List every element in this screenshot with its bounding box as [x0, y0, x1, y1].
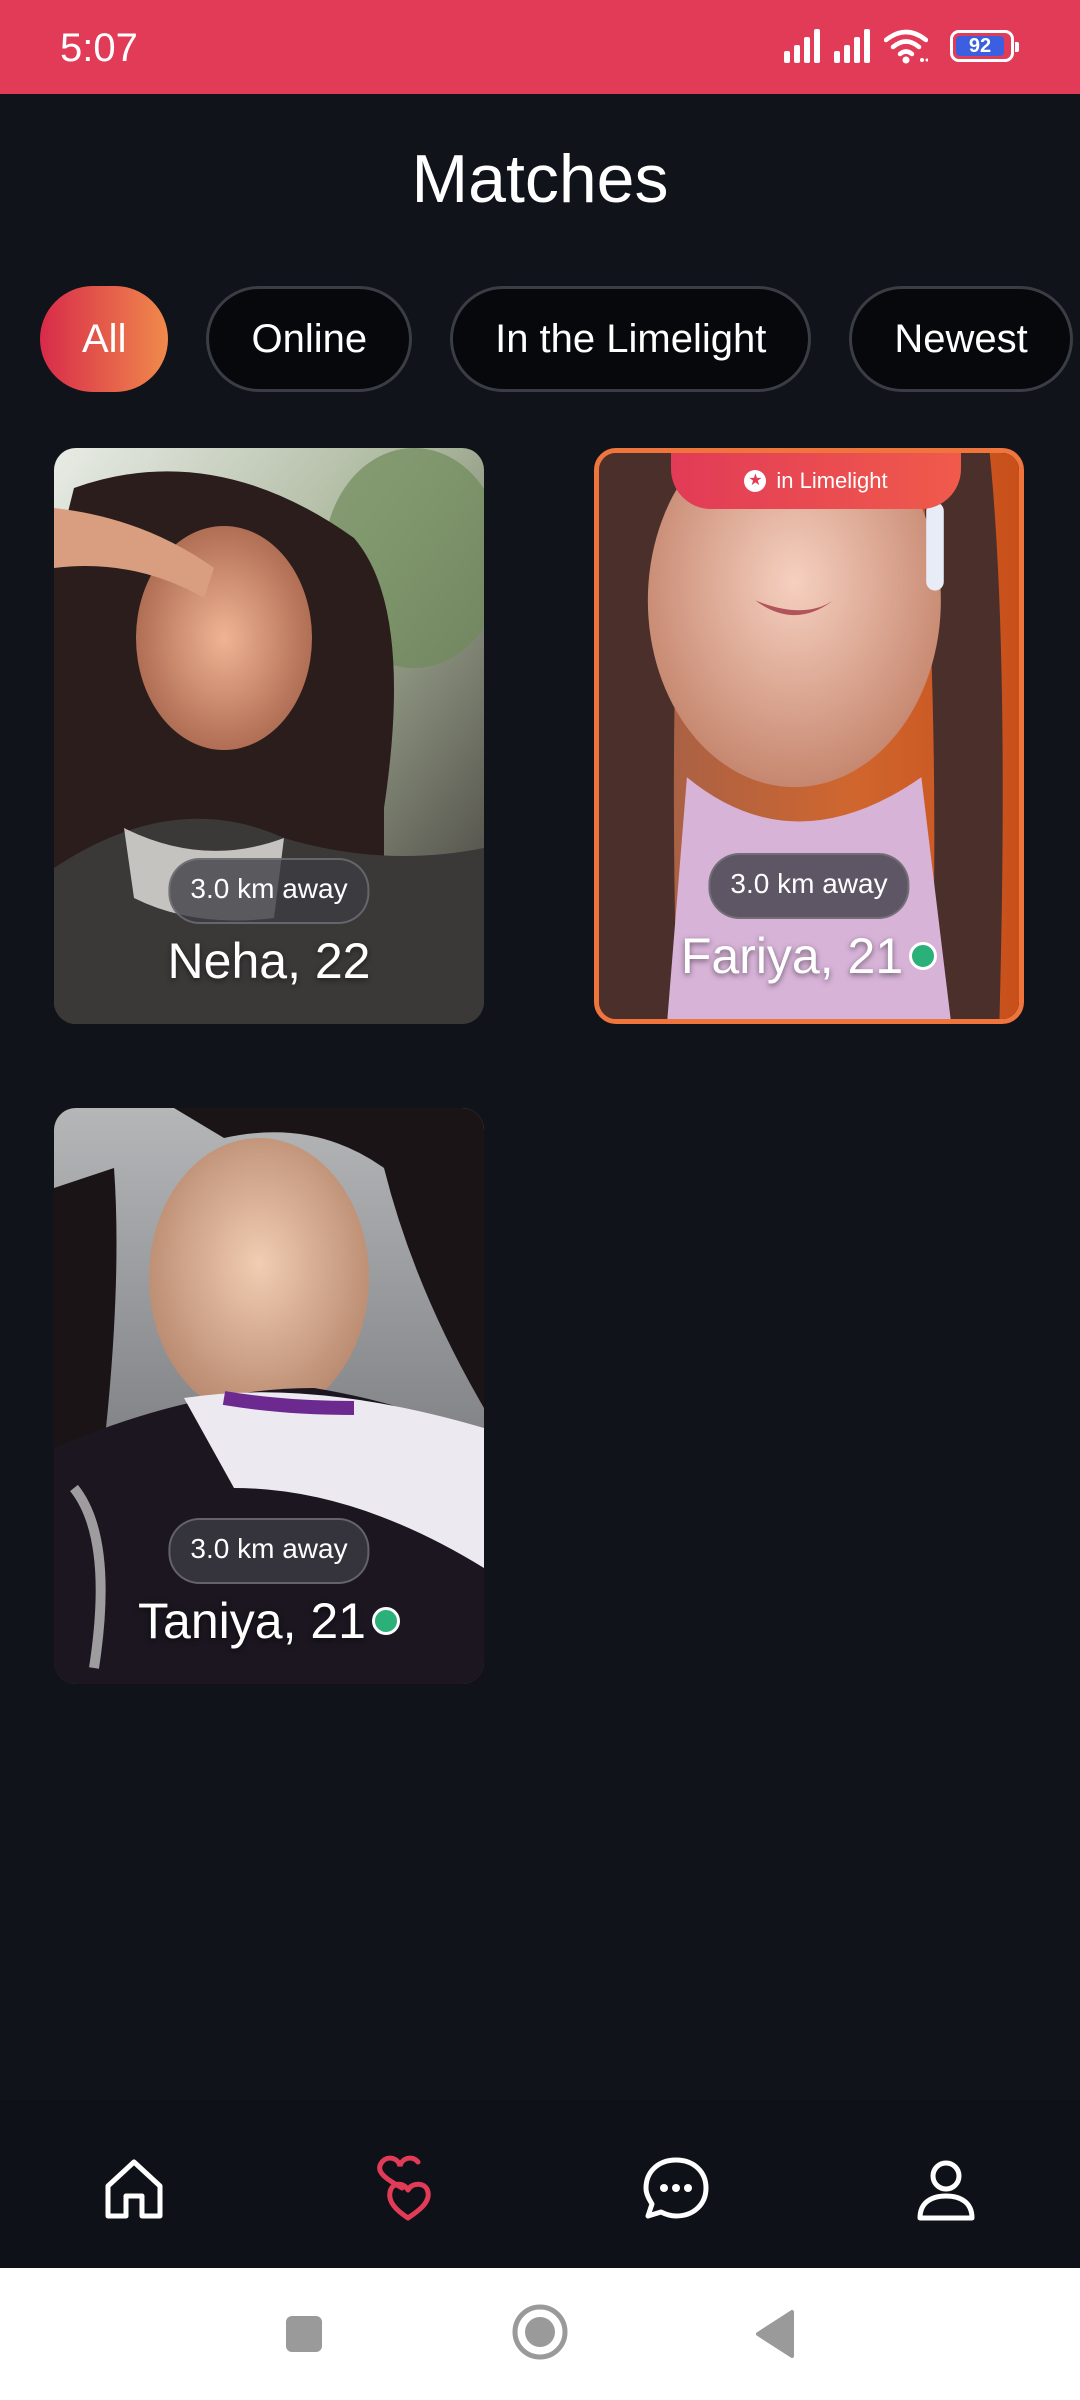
recents-button[interactable] [282, 2312, 326, 2361]
match-card-limelight[interactable]: ★ in Limelight 3.0 km away Fariya, 21 [594, 448, 1024, 1024]
filter-chip-online[interactable]: Online [206, 286, 413, 392]
nav-matches[interactable] [368, 2152, 440, 2224]
back-button[interactable] [752, 2308, 796, 2365]
star-icon: ★ [744, 470, 767, 492]
distance-badge: 3.0 km away [708, 853, 910, 919]
filter-chip-limelight[interactable]: In the Limelight [450, 286, 812, 392]
chat-icon [643, 2157, 709, 2219]
back-icon [756, 2310, 794, 2358]
filter-chip-all[interactable]: All [40, 286, 169, 392]
signal-icon [784, 29, 820, 63]
match-name-text: Fariya, 21 [680, 928, 904, 984]
match-name-text: Neha, 22 [167, 933, 371, 989]
recents-icon [286, 2316, 322, 2352]
home-circle-icon [512, 2304, 568, 2360]
wifi-icon [884, 29, 928, 64]
battery-icon: 92 [950, 30, 1019, 62]
matches-screen: 5:07 92 Matches All Online In the Limeli… [0, 0, 1080, 2400]
nav-profile[interactable] [910, 2152, 982, 2224]
filter-chips: All Online In the Limelight Newest [40, 286, 1073, 392]
battery-level: 92 [968, 35, 992, 57]
signal-icon [834, 29, 870, 63]
hearts-icon [377, 2155, 431, 2221]
system-nav-bar [0, 2268, 1080, 2400]
match-card[interactable]: 3.0 km away Taniya, 21 [54, 1108, 484, 1684]
distance-badge: 3.0 km away [168, 1518, 370, 1584]
nav-home[interactable] [98, 2152, 170, 2224]
page-title: Matches [411, 141, 669, 217]
nav-chat[interactable] [640, 2152, 712, 2224]
match-card[interactable]: 3.0 km away Neha, 22 [54, 448, 484, 1024]
online-status-dot [371, 1606, 400, 1635]
status-icons: 92 [784, 28, 1019, 64]
home-icon [105, 2159, 163, 2219]
match-name: Taniya, 21 [54, 1592, 484, 1650]
online-status-dot [909, 941, 938, 970]
status-bar: 5:07 92 [0, 0, 1080, 94]
home-system-button[interactable] [510, 2302, 570, 2367]
distance-badge: 3.0 km away [168, 858, 370, 924]
match-name: Neha, 22 [54, 932, 484, 990]
limelight-badge: ★ in Limelight [671, 453, 961, 509]
bottom-nav [0, 2100, 1080, 2268]
match-name: Fariya, 21 [599, 927, 1019, 985]
match-name-text: Taniya, 21 [138, 1593, 366, 1649]
filter-chip-newest[interactable]: Newest [849, 286, 1073, 392]
status-time: 5:07 [60, 26, 138, 70]
profile-icon [917, 2160, 975, 2221]
limelight-badge-label: in Limelight [776, 468, 888, 493]
